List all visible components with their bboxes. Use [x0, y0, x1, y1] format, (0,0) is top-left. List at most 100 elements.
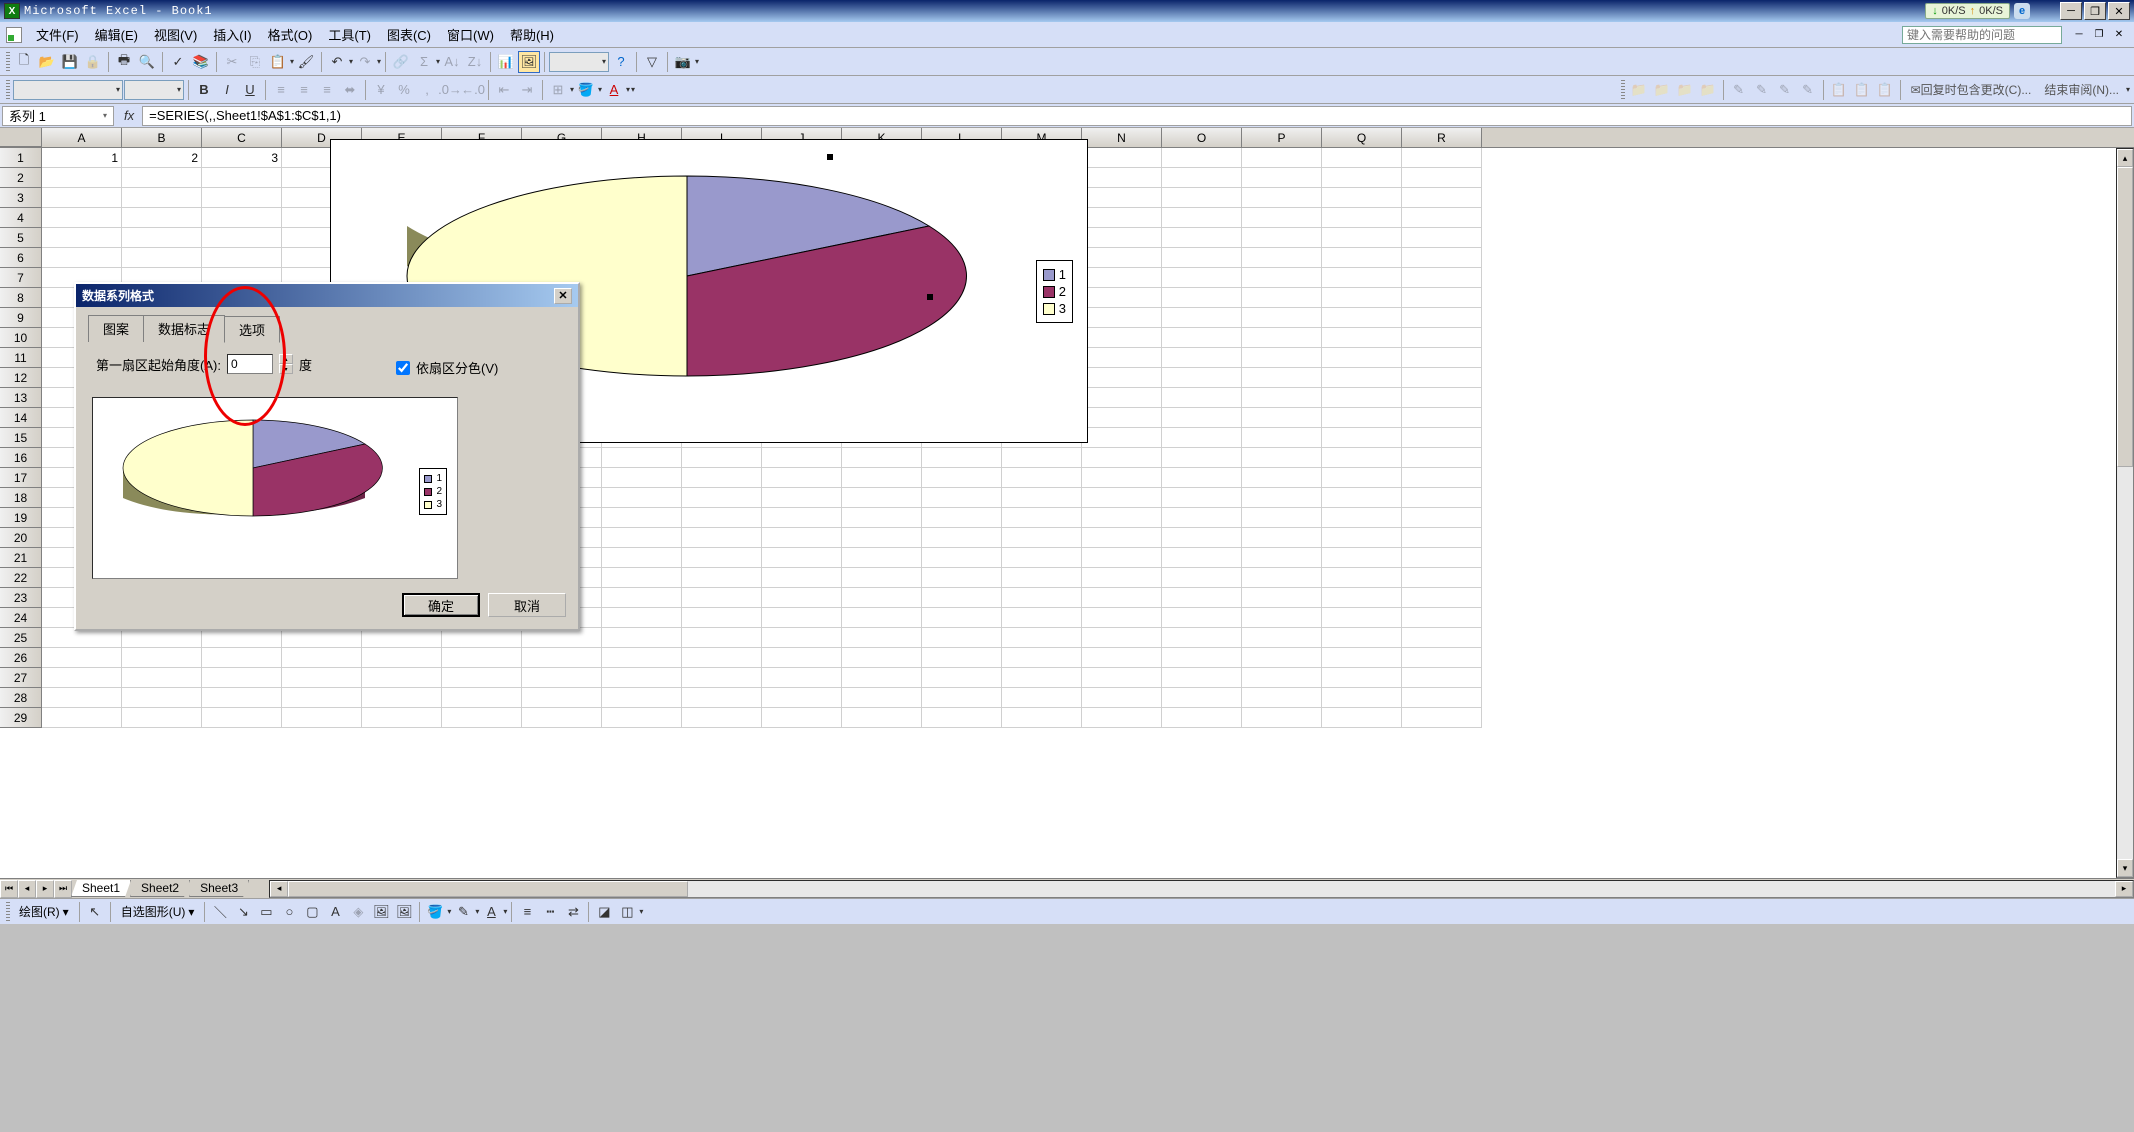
- redo-button[interactable]: ↷: [354, 51, 376, 73]
- dialog-close-button[interactable]: ✕: [554, 288, 572, 304]
- cell[interactable]: [762, 708, 842, 728]
- cell[interactable]: [1082, 608, 1162, 628]
- cell[interactable]: [1002, 488, 1082, 508]
- review-btn-9[interactable]: 📋: [1828, 79, 1850, 101]
- review-btn-5[interactable]: ✎: [1728, 79, 1750, 101]
- toolbar-options-3[interactable]: ▾: [2126, 79, 2130, 101]
- minimize-button[interactable]: ─: [2060, 2, 2082, 20]
- cell[interactable]: [202, 688, 282, 708]
- cell[interactable]: [1242, 548, 1322, 568]
- align-right-button[interactable]: ≡: [316, 79, 338, 101]
- row-header-5[interactable]: 5: [0, 228, 42, 248]
- cell[interactable]: [442, 648, 522, 668]
- row-header-26[interactable]: 26: [0, 648, 42, 668]
- print-button[interactable]: 🖶: [113, 51, 135, 73]
- cell[interactable]: [282, 688, 362, 708]
- cell[interactable]: [1402, 228, 1482, 248]
- cell[interactable]: [842, 688, 922, 708]
- cell[interactable]: [842, 548, 922, 568]
- redo-dropdown[interactable]: ▾: [377, 51, 381, 73]
- cell[interactable]: [42, 628, 122, 648]
- menu-view[interactable]: 视图(V): [146, 23, 205, 46]
- cell[interactable]: [842, 668, 922, 688]
- cell[interactable]: [1162, 608, 1242, 628]
- cell[interactable]: [1322, 388, 1402, 408]
- cell[interactable]: [1002, 468, 1082, 488]
- cell[interactable]: [1002, 668, 1082, 688]
- help-button[interactable]: ?: [610, 51, 632, 73]
- cell[interactable]: 1: [42, 148, 122, 168]
- cell[interactable]: [282, 668, 362, 688]
- cell[interactable]: [682, 688, 762, 708]
- cell[interactable]: [1322, 328, 1402, 348]
- cell[interactable]: [1082, 388, 1162, 408]
- cell[interactable]: [762, 528, 842, 548]
- textbox-button[interactable]: ▢: [301, 901, 323, 923]
- sheet-tab-3[interactable]: Sheet3: [189, 880, 249, 897]
- cell[interactable]: [1162, 528, 1242, 548]
- cell[interactable]: [1322, 308, 1402, 328]
- ok-button[interactable]: 确定: [402, 593, 480, 617]
- tab-data-labels[interactable]: 数据标志: [143, 315, 225, 342]
- open-button[interactable]: 📂: [36, 51, 58, 73]
- doc-close-button[interactable]: ✕: [2110, 27, 2128, 42]
- cell[interactable]: [602, 668, 682, 688]
- cell[interactable]: [1242, 428, 1322, 448]
- cell[interactable]: [1242, 148, 1322, 168]
- hscroll-thumb[interactable]: [288, 881, 688, 897]
- cell[interactable]: [1162, 648, 1242, 668]
- angle-spin-down[interactable]: ▾: [279, 364, 293, 374]
- review-btn-2[interactable]: 📁: [1651, 79, 1673, 101]
- cell[interactable]: [1242, 248, 1322, 268]
- cell[interactable]: [1162, 468, 1242, 488]
- cell[interactable]: [1322, 668, 1402, 688]
- cell[interactable]: [122, 248, 202, 268]
- cell[interactable]: 2: [122, 148, 202, 168]
- cell[interactable]: [842, 628, 922, 648]
- cell[interactable]: [922, 448, 1002, 468]
- cell[interactable]: 3: [202, 148, 282, 168]
- cell[interactable]: [922, 568, 1002, 588]
- cell[interactable]: [42, 668, 122, 688]
- cell[interactable]: [1322, 648, 1402, 668]
- chart-wizard-button[interactable]: 📊: [495, 51, 517, 73]
- cell[interactable]: [42, 188, 122, 208]
- cell[interactable]: [922, 688, 1002, 708]
- cell[interactable]: [1322, 168, 1402, 188]
- cell[interactable]: [1242, 208, 1322, 228]
- cell[interactable]: [1402, 208, 1482, 228]
- cell[interactable]: [1162, 508, 1242, 528]
- cell[interactable]: [522, 628, 602, 648]
- menu-help[interactable]: 帮助(H): [502, 23, 562, 46]
- toolbar-handle[interactable]: [6, 52, 10, 72]
- cell[interactable]: [842, 568, 922, 588]
- menu-tools[interactable]: 工具(T): [320, 23, 379, 46]
- toolbar-handle-draw[interactable]: [6, 902, 10, 922]
- hyperlink-button[interactable]: 🔗: [390, 51, 412, 73]
- cell[interactable]: [1402, 368, 1482, 388]
- cell[interactable]: [1162, 368, 1242, 388]
- cell[interactable]: [842, 648, 922, 668]
- comma-button[interactable]: ,: [416, 79, 438, 101]
- cell[interactable]: [1082, 368, 1162, 388]
- cell[interactable]: [1082, 268, 1162, 288]
- cell[interactable]: [122, 648, 202, 668]
- doc-restore-button[interactable]: ❐: [2090, 27, 2108, 42]
- cell[interactable]: [682, 468, 762, 488]
- cell[interactable]: [282, 648, 362, 668]
- cell[interactable]: [442, 628, 522, 648]
- column-header-Q[interactable]: Q: [1322, 128, 1402, 147]
- wordart-button[interactable]: A: [324, 901, 346, 923]
- cell[interactable]: [42, 248, 122, 268]
- cell[interactable]: [1242, 628, 1322, 648]
- cell[interactable]: [602, 508, 682, 528]
- cell[interactable]: [42, 208, 122, 228]
- cell[interactable]: [1402, 288, 1482, 308]
- cell[interactable]: [602, 628, 682, 648]
- cell[interactable]: [202, 668, 282, 688]
- cell[interactable]: [682, 588, 762, 608]
- cell[interactable]: [1402, 548, 1482, 568]
- cell[interactable]: [1162, 548, 1242, 568]
- oval-button[interactable]: ○: [278, 901, 300, 923]
- cell[interactable]: [1002, 448, 1082, 468]
